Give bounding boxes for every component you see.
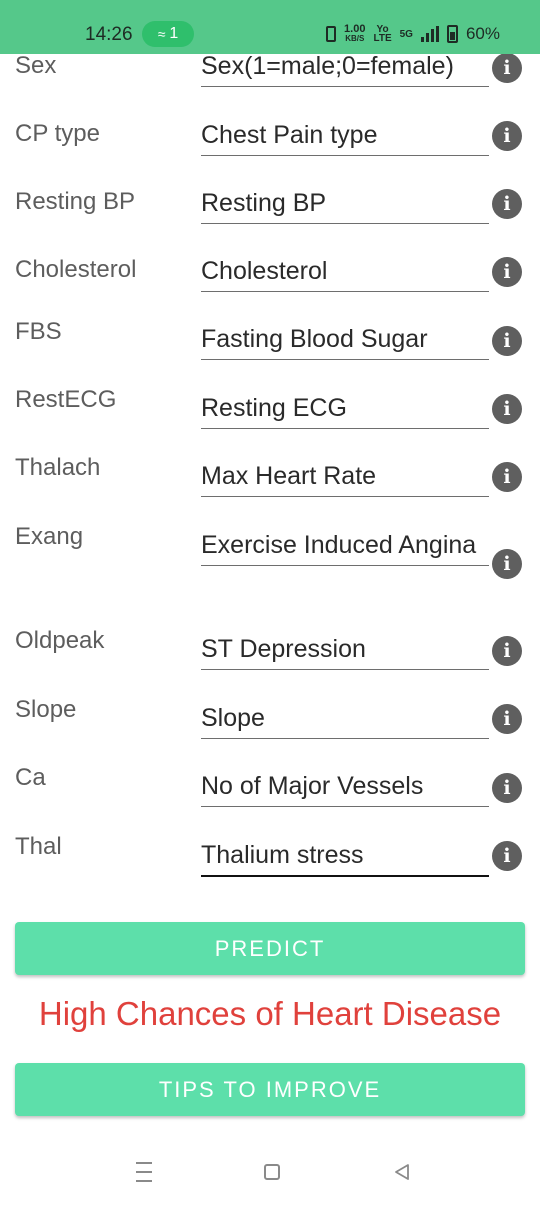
info-icon[interactable]: i (492, 841, 522, 871)
triangle-back-icon[interactable] (392, 1162, 412, 1182)
square-home-icon[interactable] (264, 1164, 280, 1180)
predict-button[interactable]: PREDICT (15, 922, 525, 975)
info-icon[interactable]: i (492, 189, 522, 219)
volte-bottom: LTE (373, 33, 392, 44)
info-icon[interactable]: i (492, 462, 522, 492)
network-speed: 1.00 KB/S (344, 23, 366, 44)
volte-indicator: Yo LTE (373, 25, 392, 44)
info-icon[interactable]: i (492, 121, 522, 151)
hotspot-indicator: ≈ 1 (142, 21, 194, 47)
thalium-stress-input[interactable]: Thalium stress (201, 837, 489, 877)
row-label: Ca (15, 764, 46, 791)
vibrate-icon (326, 26, 337, 42)
resting-ecg-input[interactable]: Resting ECG (201, 390, 489, 429)
hotspot-icon: ≈ (157, 26, 166, 42)
st-depression-input[interactable]: ST Depression (201, 631, 489, 670)
row-label: Thal (15, 833, 62, 860)
battery-percent: 60% (465, 24, 500, 43)
network-type: 5G (399, 28, 413, 40)
row-label: CP type (15, 120, 100, 147)
max-heart-rate-input[interactable]: Max Heart Rate (201, 458, 489, 497)
slope-input[interactable]: Slope (201, 700, 489, 739)
prediction-result: High Chances of Heart Disease (38, 995, 502, 1032)
signal-icon (420, 26, 439, 42)
info-icon[interactable]: i (492, 257, 522, 287)
status-bar: 14:26 ≈ 1 1.00 KB/S Yo LTE 5G 60% (0, 0, 540, 54)
system-nav-bar (0, 1140, 540, 1206)
resting-bp-input[interactable]: Resting BP (201, 185, 489, 224)
info-icon[interactable]: i (492, 636, 522, 666)
info-icon[interactable]: i (492, 394, 522, 424)
exercise-induced-angina-input[interactable]: Exercise Induced Angina (201, 527, 489, 566)
row-label: Cholesterol (15, 256, 137, 283)
row-label: Resting BP (15, 188, 136, 215)
hotspot-count: 1 (169, 25, 179, 42)
info-icon[interactable]: i (492, 326, 522, 356)
status-time: 14:26 (85, 24, 133, 45)
major-vessels-input[interactable]: No of Major Vessels (201, 768, 489, 807)
network-speed-unit: KB/S (345, 34, 365, 43)
row-label: Slope (15, 696, 77, 723)
row-label: RestECG (15, 386, 117, 413)
info-icon[interactable]: i (492, 773, 522, 803)
menu-lines-icon[interactable] (136, 1162, 152, 1182)
row-label: Thalach (15, 454, 101, 481)
network-speed-value: 1.00 (344, 23, 366, 35)
info-icon[interactable]: i (492, 549, 522, 579)
fasting-blood-sugar-input[interactable]: Fasting Blood Sugar (201, 321, 489, 360)
row-label: Exang (15, 523, 84, 550)
status-icons: 1.00 KB/S Yo LTE 5G 60% (326, 24, 500, 44)
tips-to-improve-button[interactable]: TIPS TO IMPROVE (15, 1063, 525, 1116)
info-icon[interactable]: i (492, 53, 522, 83)
battery-icon (446, 25, 458, 43)
chest-pain-type-input[interactable]: Chest Pain type (201, 117, 489, 156)
row-label: FBS (15, 318, 62, 345)
info-icon[interactable]: i (492, 704, 522, 734)
row-label: Sex (15, 52, 57, 79)
cholesterol-input[interactable]: Cholesterol (201, 253, 489, 292)
row-label: Oldpeak (15, 627, 105, 654)
